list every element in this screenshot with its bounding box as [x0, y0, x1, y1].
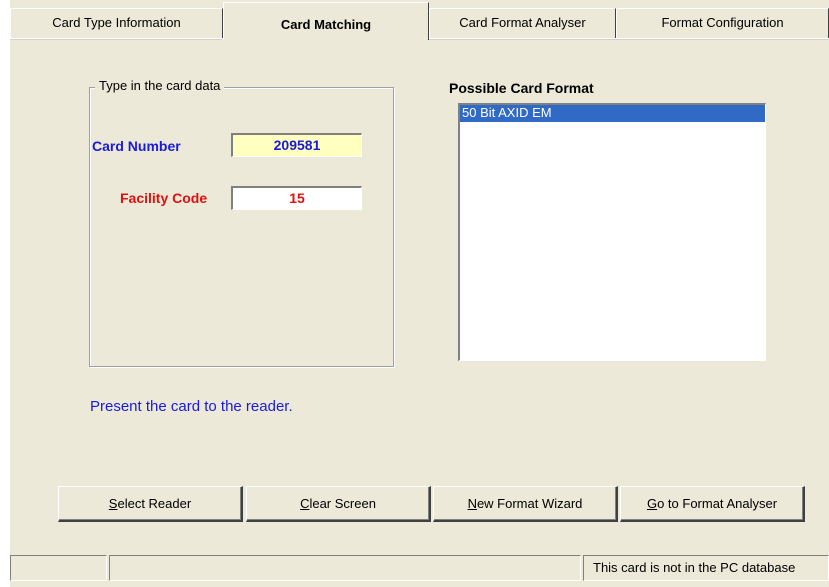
new-format-wizard-label: ew Format Wizard	[476, 496, 583, 511]
tab-card-type-information[interactable]: Card Type Information	[10, 8, 223, 38]
status-panel-2	[109, 555, 581, 581]
select-reader-label: elect Reader	[117, 496, 192, 511]
facility-code-label: Facility Code	[120, 190, 208, 206]
possible-card-format-title: Possible Card Format	[449, 80, 594, 96]
app-window: Card Type Information Card Format Analys…	[10, 0, 829, 587]
new-format-wizard-mnemonic: N	[467, 496, 477, 511]
tab-card-format-analyser[interactable]: Card Format Analyser	[429, 8, 616, 38]
clear-screen-button[interactable]: Clear Screen	[246, 486, 431, 522]
card-data-groupbox	[89, 87, 394, 367]
facility-code-field[interactable]: 15	[231, 186, 362, 210]
status-panel-1	[10, 555, 107, 581]
status-panel-database: This card is not in the PC database	[583, 555, 829, 581]
status-hint-text: Present the card to the reader.	[90, 398, 293, 415]
clear-screen-label: lear Screen	[309, 496, 376, 511]
tab-strip: Card Type Information Card Format Analys…	[10, 0, 829, 40]
card-number-field[interactable]: 209581	[231, 133, 362, 157]
new-format-wizard-button[interactable]: New Format Wizard	[433, 486, 618, 522]
tab-format-configuration[interactable]: Format Configuration	[616, 8, 829, 38]
possible-card-format-list[interactable]: 50 Bit AXID EM	[458, 103, 766, 361]
go-to-format-analyser-mnemonic: G	[646, 496, 658, 511]
list-item[interactable]: 50 Bit AXID EM	[460, 105, 765, 122]
card-number-label: Card Number	[92, 138, 181, 154]
card-data-group-title: Type in the card data	[95, 78, 225, 93]
select-reader-button[interactable]: Select Reader	[58, 486, 243, 522]
status-bar: This card is not in the PC database	[10, 555, 829, 583]
go-to-format-analyser-button[interactable]: Go to Format Analyser	[620, 486, 805, 522]
tab-card-matching[interactable]: Card Matching	[223, 2, 429, 40]
go-to-format-analyser-label: o to Format Analyser	[657, 496, 778, 511]
